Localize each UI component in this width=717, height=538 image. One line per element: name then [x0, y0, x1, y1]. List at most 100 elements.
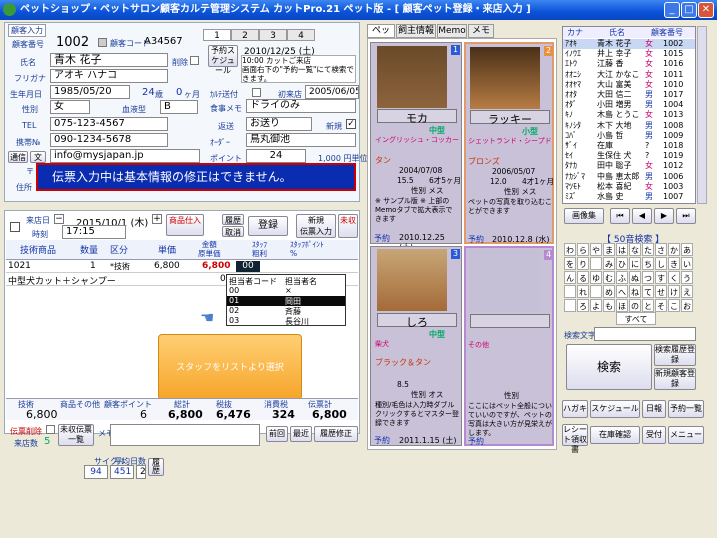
previous-button[interactable]: 前回 — [266, 426, 288, 442]
kana-key[interactable]: ね — [629, 285, 641, 298]
kana-key[interactable]: を — [564, 257, 576, 270]
name-field[interactable]: 青木 花子 — [50, 53, 168, 67]
kana-key[interactable]: る — [577, 271, 589, 284]
list-item[interactable]: ｵｵﾀ 大田 信二 男 1017 — [563, 90, 695, 100]
dropdown-item-selected[interactable]: 01 岡田 — [227, 296, 345, 306]
kana-key[interactable]: ろ — [577, 299, 589, 312]
kana-key[interactable]: め — [603, 285, 615, 298]
food-field[interactable]: ドライのみ — [246, 99, 356, 113]
list-item[interactable]: ｺﾊﾞ 小島 哲 男 1009 — [563, 131, 695, 141]
tab-memo[interactable]: Memo — [437, 24, 467, 38]
kana-key[interactable]: あ — [681, 243, 693, 256]
kana-key[interactable]: の — [629, 299, 641, 312]
first-record-button[interactable]: ⏮ — [610, 208, 630, 224]
list-item[interactable]: ｲﾉｳｴ 井上 幸子 女 1015 — [563, 49, 695, 59]
mobile-field[interactable]: 090-1234-5678 — [50, 133, 168, 147]
kana-key[interactable]: し — [655, 257, 667, 270]
kana-key[interactable]: み — [603, 257, 615, 270]
cancel-button[interactable]: 取消 — [222, 226, 244, 237]
new-checkbox[interactable]: ✓ — [346, 119, 356, 129]
reservation-list-button[interactable]: 予約一覧 — [668, 400, 704, 418]
kana-key[interactable]: さ — [655, 243, 667, 256]
pet-card-3[interactable]: 3 しろ 中型 柴犬 ブラック＆タン 8.5 性別 オス 種別/毛色は入力時ダブ… — [370, 246, 462, 446]
letter-button[interactable]: 文 — [30, 151, 46, 163]
next-record-button[interactable]: ▶ — [654, 208, 674, 224]
dropdown-item[interactable]: 02 斉藤 — [227, 306, 345, 316]
order-field[interactable]: 鳥丸御池 — [246, 133, 356, 147]
product-purchase-button[interactable]: 商品仕入 — [166, 214, 204, 236]
list-item[interactable]: ﾐｽﾞ 水島 史 男 1007 — [563, 192, 695, 202]
history-small-button[interactable]: 履歴 — [148, 458, 164, 476]
list-item[interactable]: ｵﾀﾞ 小田 増男 男 1004 — [563, 100, 695, 110]
maximize-button[interactable]: □ — [681, 2, 697, 18]
receipt-button[interactable]: レシート領収書 — [562, 424, 588, 454]
search-button[interactable]: 検索 — [566, 344, 652, 390]
list-item[interactable]: ｱｵｷ 青木 花子 女 1002 — [563, 39, 695, 49]
tab-4[interactable]: 4 — [287, 29, 315, 41]
table-row[interactable]: 1021 1 *技術 6,800 6,800 00 — [6, 261, 358, 273]
kana-key[interactable] — [564, 285, 576, 298]
row-staff[interactable]: 00 — [236, 261, 260, 272]
list-item[interactable]: ｵｵﾆｼ 大江 かなこ女 1011 — [563, 70, 695, 80]
close-button[interactable]: ✕ — [698, 2, 714, 18]
history-button[interactable]: 履歴 — [222, 214, 244, 225]
pet-card-4[interactable]: 4 その他 性別 ここにはペット全般についていいのですが、ペットの写真は大きい方… — [464, 246, 554, 446]
list-item[interactable]: ﾅｶｼﾞﾏ 中島 恵太郎男 1006 — [563, 172, 695, 182]
slip-checkbox[interactable] — [10, 222, 20, 232]
kana-key[interactable]: へ — [616, 285, 628, 298]
return-select[interactable]: お送り — [246, 117, 312, 131]
kana-key[interactable]: き — [668, 257, 680, 270]
slip-delete-checkbox[interactable] — [46, 425, 55, 434]
tab-2[interactable]: 2 — [231, 29, 259, 41]
gender-select[interactable]: 女 — [50, 100, 90, 114]
list-item[interactable]: ｷﾉ 木島 とうこ女 1013 — [563, 110, 695, 120]
unpaid-button[interactable]: 未収 — [338, 214, 358, 238]
caution-checkbox[interactable] — [252, 88, 261, 97]
kana-key[interactable] — [590, 257, 602, 270]
point-field[interactable]: 24 — [246, 149, 306, 163]
first-visit-field[interactable]: 2005/06/05 — [305, 85, 359, 99]
postcard-button[interactable]: ハガキ — [562, 400, 588, 418]
kana-key[interactable]: も — [603, 299, 615, 312]
kana-key[interactable]: ら — [577, 243, 589, 256]
schedule-nav-button[interactable]: スケジュール — [590, 400, 640, 418]
kana-key[interactable]: な — [629, 243, 641, 256]
pet-card-2[interactable]: 2 ラッキー 小型 シェットランド・シープドッグ ブロンズ 2006/05/07… — [464, 42, 554, 244]
kana-key[interactable]: て — [642, 285, 654, 298]
image-gallery-button[interactable]: 画像集 — [564, 208, 604, 224]
pet-name[interactable]: モカ — [377, 109, 457, 125]
kana-key[interactable]: よ — [590, 299, 602, 312]
kana-key[interactable]: ほ — [616, 299, 628, 312]
kana-key[interactable] — [564, 299, 576, 312]
unpaid-list-button[interactable]: 未収伝票一覧 — [58, 424, 94, 446]
schedule-button[interactable]: 予約スケジュール — [208, 45, 238, 75]
register-button[interactable]: 登録 — [248, 216, 288, 236]
time-field[interactable]: 17:15 — [62, 225, 126, 239]
tab-1[interactable]: 1 — [203, 29, 231, 41]
mail-button[interactable]: 通信 — [8, 151, 28, 163]
kana-key[interactable]: ゆ — [590, 271, 602, 284]
list-scrollbar[interactable] — [697, 26, 707, 204]
tab-3[interactable]: 3 — [259, 29, 287, 41]
kana-key[interactable]: ふ — [616, 271, 628, 284]
pet-name[interactable] — [470, 314, 550, 328]
tab-owner[interactable]: 飼主情報 — [396, 24, 436, 38]
list-item[interactable]: ｴﾄｳ 江藤 香 女 1016 — [563, 59, 695, 69]
kana-key[interactable]: け — [668, 285, 680, 298]
new-slip-button[interactable]: 新規 伝票入力 — [296, 214, 336, 238]
kana-key[interactable]: ひ — [616, 257, 628, 270]
delete-checkbox[interactable] — [190, 56, 199, 65]
list-item[interactable]: ｻﾞｲ 在庫? 1018 — [563, 141, 695, 151]
staff-dropdown[interactable]: 担当者コード 担当者名 00 × 01 岡田 02 斉藤 03 長谷川 — [226, 274, 346, 326]
kana-key[interactable]: い — [681, 257, 693, 270]
kana-key[interactable]: む — [603, 271, 615, 284]
list-item[interactable]: ｷﾉｼﾀ 木下 大地 男 1008 — [563, 121, 695, 131]
birth-field[interactable]: 1985/05/20 — [50, 85, 130, 99]
kana-key[interactable]: か — [668, 243, 680, 256]
search-history-button[interactable]: 検索履歴登録 — [654, 344, 696, 366]
last-record-button[interactable]: ⏭ — [676, 208, 696, 224]
email-field[interactable]: info@mysjapan.jp — [50, 149, 200, 163]
pet-name[interactable]: しろ — [377, 313, 457, 329]
kana-key[interactable]: や — [590, 243, 602, 256]
blood-select[interactable]: B — [160, 100, 198, 114]
